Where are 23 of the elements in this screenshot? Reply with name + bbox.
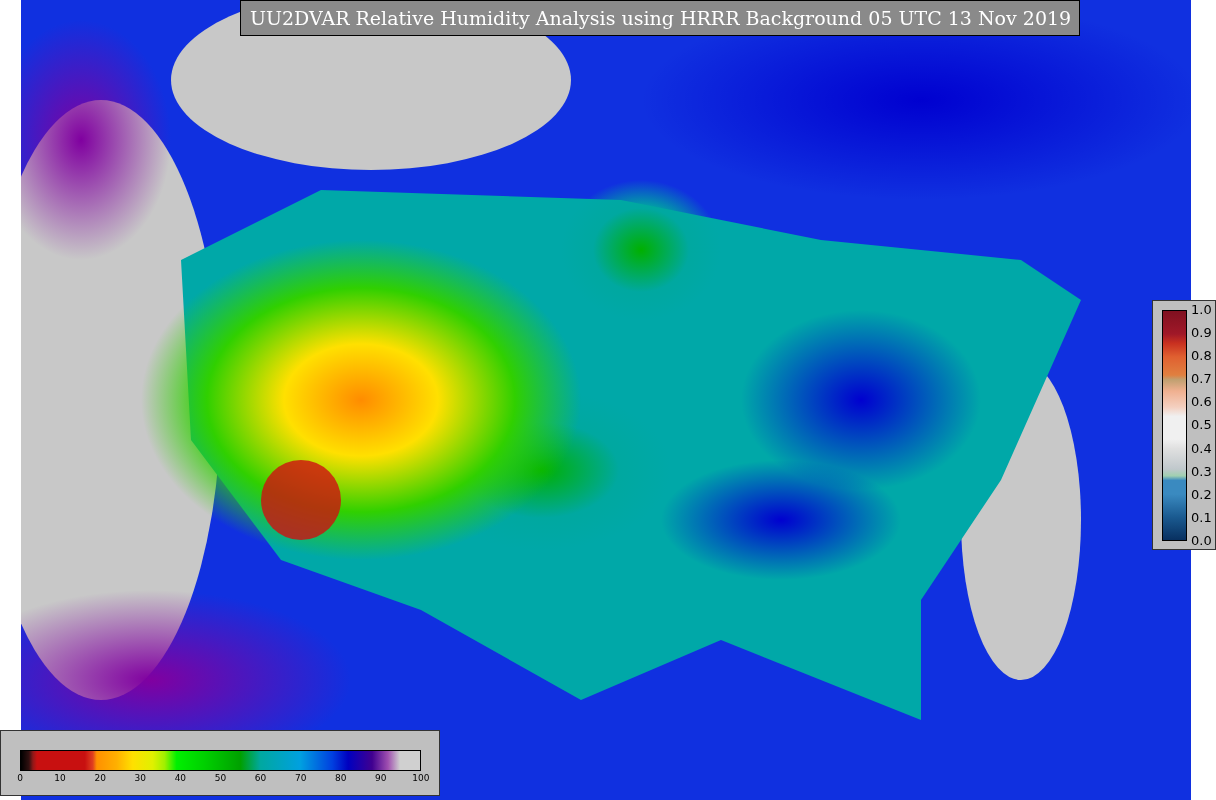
tick-label: 0.0 xyxy=(1191,533,1212,548)
map-title: UU2DVAR Relative Humidity Analysis using HRRR Background 05 UTC 13 Nov 2019 xyxy=(240,0,1080,36)
tick-label: 20 xyxy=(93,773,107,783)
tick-label: 60 xyxy=(253,773,268,783)
tick-label: 100 xyxy=(411,773,431,783)
tick-label: 0.2 xyxy=(1191,487,1212,502)
tick-label: 50 xyxy=(213,773,228,783)
tick-label: 0 xyxy=(16,773,24,783)
tick-label: 0.5 xyxy=(1191,418,1212,433)
tick-label: 0.3 xyxy=(1191,464,1212,479)
tick-label: 0.8 xyxy=(1191,349,1212,364)
tick-label: 0.7 xyxy=(1191,372,1212,387)
tick-label: 40 xyxy=(173,773,188,783)
tick-label: 0.1 xyxy=(1191,510,1212,525)
tick-label: 70 xyxy=(293,773,308,783)
tick-label: 0.4 xyxy=(1191,441,1212,456)
tick-label: 30 xyxy=(133,773,147,783)
tick-label: 0.9 xyxy=(1191,326,1212,341)
tick-label: 0.6 xyxy=(1191,395,1212,410)
tick-label: 10 xyxy=(53,773,67,783)
tick-label: 80 xyxy=(334,773,348,783)
tick-label: 1.0 xyxy=(1191,303,1212,317)
tick-label: 90 xyxy=(374,773,388,783)
